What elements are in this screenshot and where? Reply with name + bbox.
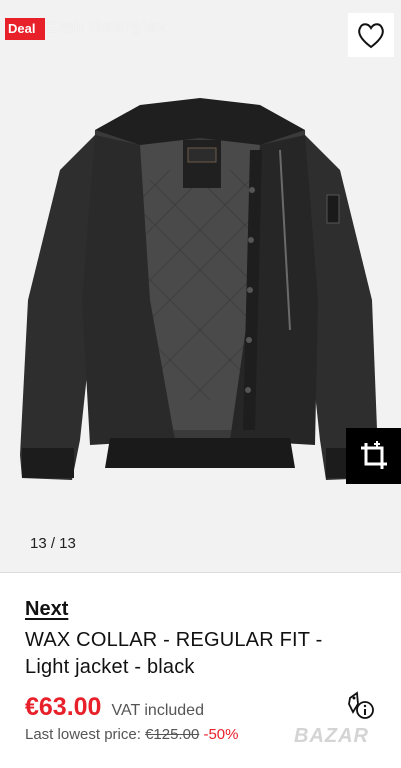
lowest-price-label: Last lowest price: (25, 726, 141, 743)
brand-link[interactable]: Next (25, 598, 68, 621)
price-row: €63.00 VAT included (25, 693, 204, 722)
current-price: €63.00 (25, 693, 102, 721)
vat-note: VAT included (111, 702, 204, 719)
product-title: WAX COLLAR - REGULAR FIT - Light jacket … (25, 629, 323, 678)
image-counter: 13 / 13 (30, 535, 76, 552)
lowest-price-info: Last lowest price: €125.00 -50% (25, 726, 239, 743)
crop-icon (360, 441, 387, 469)
old-price: €125.00 (145, 726, 200, 743)
jacket-image (20, 98, 378, 480)
heart-icon (358, 23, 384, 49)
divider (0, 572, 401, 573)
photo-watermark: Emil Georgiev (46, 17, 167, 36)
crop-button[interactable] (346, 428, 401, 484)
site-watermark: BAZAR (294, 725, 369, 747)
product-image-gallery[interactable]: Deal Emil Georgiev 13 / 13 (0, 0, 401, 572)
price-tag-info-icon[interactable] (346, 690, 376, 720)
discount-percent: -50% (203, 726, 239, 743)
favorite-button[interactable] (348, 13, 394, 57)
deal-badge: Deal (5, 18, 45, 40)
